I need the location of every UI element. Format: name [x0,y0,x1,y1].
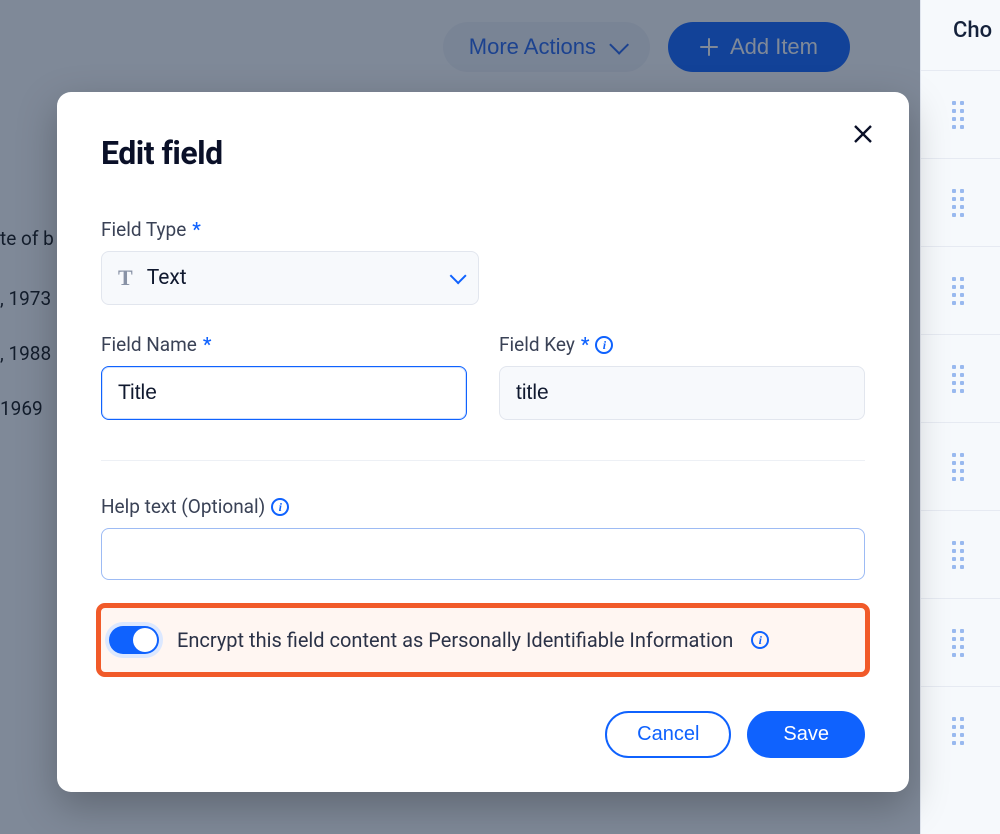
edit-field-modal: Edit field Field Type * T Text Field Nam… [57,92,909,792]
side-column-header: Cho [921,0,1000,70]
modal-footer: Cancel Save [605,711,865,758]
drag-handle-icon[interactable] [952,453,970,481]
field-key-input[interactable] [499,366,865,420]
field-name-input[interactable] [101,366,467,420]
field-type-label: Field Type [101,218,186,241]
help-text-label-row: Help text (Optional) i [101,495,865,518]
field-key-label: Field Key [499,333,575,356]
chevron-down-icon [450,267,467,284]
field-type-value: Text [147,266,187,290]
side-column: Cho [920,0,1000,834]
side-row [921,686,1000,774]
required-asterisk: * [192,218,201,241]
side-rows [921,70,1000,834]
field-type-group: Field Type * T Text [101,218,865,305]
help-text-input[interactable] [101,528,865,580]
drag-handle-icon[interactable] [952,101,970,129]
field-name-label: Field Name [101,333,197,356]
field-name-group: Field Name * [101,333,467,420]
help-text-label: Help text (Optional) [101,495,265,518]
modal-title: Edit field [101,134,865,172]
field-type-select[interactable]: T Text [101,251,479,305]
encrypt-toggle[interactable] [109,626,159,654]
info-icon[interactable]: i [751,631,769,649]
field-name-label-row: Field Name * [101,333,467,356]
drag-handle-icon[interactable] [952,541,970,569]
drag-handle-icon[interactable] [952,189,970,217]
drag-handle-icon[interactable] [952,629,970,657]
field-key-group: Field Key * i [499,333,865,420]
info-icon[interactable]: i [595,336,613,354]
cancel-button[interactable]: Cancel [605,711,731,758]
save-button[interactable]: Save [747,711,865,758]
side-row [921,70,1000,158]
side-row [921,422,1000,510]
field-type-label-row: Field Type * [101,218,865,241]
drag-handle-icon[interactable] [952,365,970,393]
close-icon [851,122,875,146]
side-row [921,334,1000,422]
drag-handle-icon[interactable] [952,717,970,745]
side-row [921,158,1000,246]
encrypt-pii-row: Encrypt this field content as Personally… [101,608,865,672]
side-row [921,510,1000,598]
drag-handle-icon[interactable] [952,277,970,305]
close-button[interactable] [851,122,875,146]
text-type-icon: T [118,265,133,291]
side-row [921,246,1000,334]
divider [101,460,865,461]
encrypt-label: Encrypt this field content as Personally… [177,628,733,652]
required-asterisk: * [203,333,212,356]
side-row [921,598,1000,686]
help-text-group: Help text (Optional) i [101,495,865,580]
field-key-label-row: Field Key * i [499,333,865,356]
required-asterisk: * [581,333,590,356]
info-icon[interactable]: i [271,498,289,516]
toggle-knob [133,628,157,652]
